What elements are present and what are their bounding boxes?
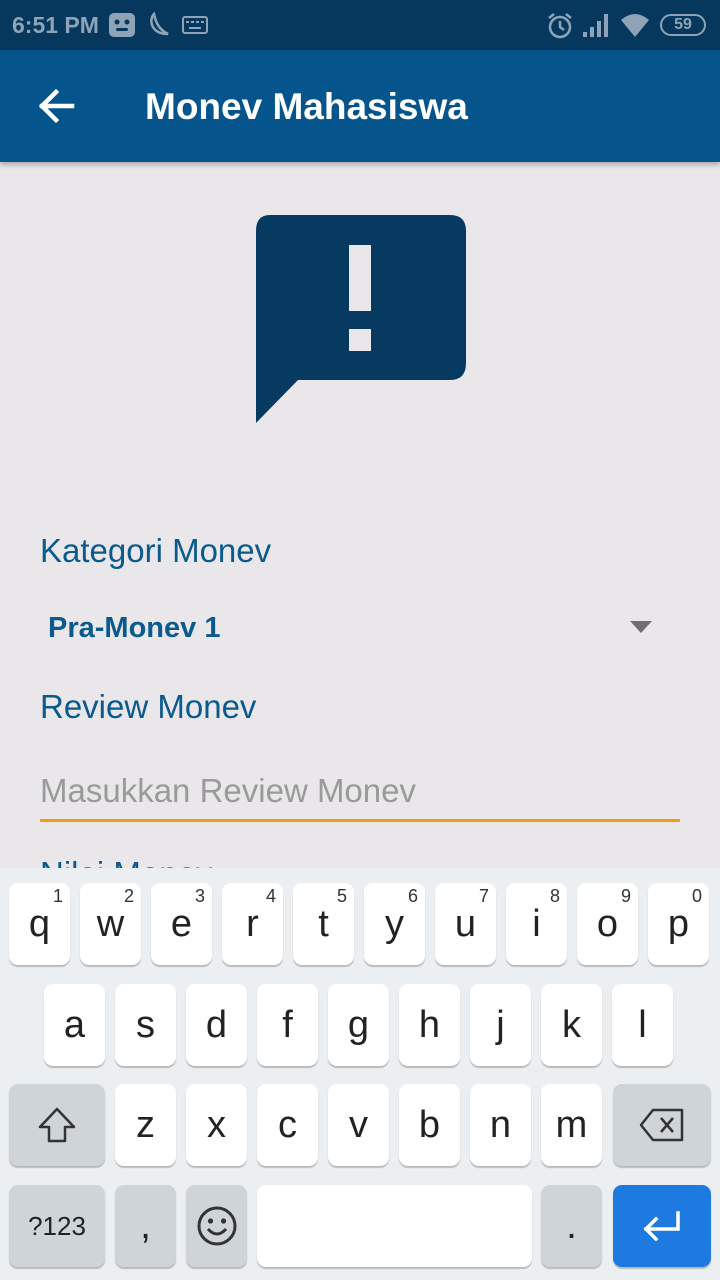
key-c[interactable]: c [257,1084,318,1166]
key-f[interactable]: f [257,984,318,1066]
key-b[interactable]: b [399,1084,460,1166]
comma-label: , [140,1205,151,1247]
wifi-icon [620,12,650,43]
alarm-icon [546,12,574,45]
status-bar: 6:51 PM 59 [0,0,720,50]
key-h[interactable]: h [399,984,460,1066]
key-t[interactable]: 5t [293,883,354,965]
enter-icon [643,1211,680,1242]
key-j[interactable]: j [470,984,531,1066]
feedback-alert-icon [254,213,466,425]
key-q[interactable]: 1q [9,883,70,965]
battery-indicator: 59 [660,14,706,36]
comma-key[interactable]: , [115,1185,176,1267]
back-button[interactable] [28,78,84,134]
key-s[interactable]: s [115,984,176,1066]
signal-icon [582,12,610,43]
key-e[interactable]: 3e [151,883,212,965]
enter-key[interactable] [613,1185,711,1267]
dropdown-arrow-icon [630,620,652,638]
key-w[interactable]: 2w [80,883,141,965]
key-r[interactable]: 4r [222,883,283,965]
soft-keyboard: 1q 2w 3e 4r 5t 6y 7u 8i 9o 0p a s d f g … [0,868,720,1280]
status-time: 6:51 PM [12,12,99,38]
key-m[interactable]: m [541,1084,602,1166]
kategori-dropdown[interactable]: Pra-Monev 1 [40,598,680,658]
key-l[interactable]: l [612,984,673,1066]
key-a[interactable]: a [44,984,105,1066]
keyboard-icon [182,16,208,39]
key-o[interactable]: 9o [577,883,638,965]
backspace-icon [639,1108,684,1142]
symbols-key[interactable]: ?123 [9,1185,105,1267]
key-g[interactable]: g [328,984,389,1066]
backspace-key[interactable] [613,1084,711,1166]
spacebar[interactable] [257,1185,532,1267]
app-bar: Monev Mahasiswa [0,50,720,162]
key-k[interactable]: k [541,984,602,1066]
key-y[interactable]: 6y [364,883,425,965]
moon-icon [146,11,172,43]
key-x[interactable]: x [186,1084,247,1166]
key-p[interactable]: 0p [648,883,709,965]
key-z[interactable]: z [115,1084,176,1166]
key-n[interactable]: n [470,1084,531,1166]
key-u[interactable]: 7u [435,883,496,965]
shift-key[interactable] [9,1084,105,1166]
period-key[interactable]: . [541,1185,602,1267]
review-label: Review Monev [40,688,257,725]
review-input[interactable] [40,762,680,822]
emoji-key[interactable] [186,1185,247,1267]
page-title: Monev Mahasiswa [145,86,468,127]
key-v[interactable]: v [328,1084,389,1166]
notification-app-icon [108,12,136,43]
arrow-back-icon [38,88,75,124]
kategori-selected-value: Pra-Monev 1 [48,612,221,644]
key-i[interactable]: 8i [506,883,567,965]
key-d[interactable]: d [186,984,247,1066]
shift-icon [38,1107,76,1143]
kategori-label: Kategori Monev [40,532,272,569]
emoji-icon [197,1206,236,1246]
